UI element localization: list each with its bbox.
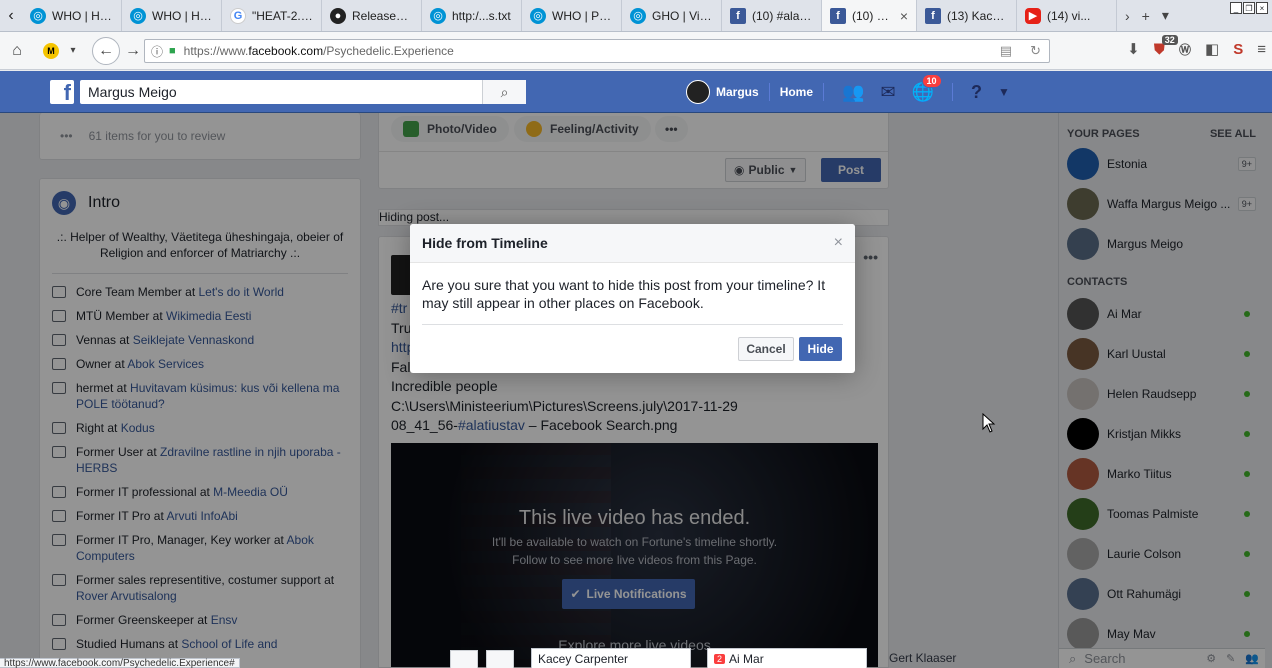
tab-list-icon[interactable]: ▾ (1162, 7, 1169, 24)
url-text: https://www.facebook.com/Psychedelic.Exp… (183, 44, 454, 58)
tab-label: (10) M... (852, 8, 894, 23)
facebook-search-input[interactable]: Margus Meigo ⌕ (80, 80, 526, 104)
forward-icon[interactable]: → (120, 38, 146, 64)
tab-scroll-right-icon[interactable]: › (1125, 8, 1130, 24)
facebook-favicon-icon: f (925, 7, 941, 24)
tab-label: (14) vi... (1047, 8, 1091, 23)
unread-badge: 2 (714, 653, 726, 664)
browser-nav-bar: ⌂ M ▾ ← → ⓘ ■ https://www.facebook.com/P… (0, 32, 1272, 70)
youtube-favicon-icon: ▶ (1025, 7, 1041, 24)
browser-tab[interactable]: f (10) M... × (822, 0, 917, 31)
browser-tab-bar: ‹ ◎ WHO | He... ◎ WHO | He... G "HEAT-2.0... ●… (0, 0, 1272, 32)
mouse-cursor-icon (982, 413, 996, 433)
who-favicon-icon: ◎ (130, 7, 146, 24)
who-favicon-icon: ◎ (630, 7, 646, 24)
download-icon[interactable]: ⬇ (1127, 40, 1140, 58)
browser-tab[interactable]: ◎ GHO | Visu... (622, 0, 722, 31)
tab-label: Releases ·... (352, 8, 413, 23)
home-link[interactable]: Home (780, 85, 813, 99)
browser-tab[interactable]: G "HEAT-2.0... (222, 0, 322, 31)
facebook-favicon-icon: f (830, 7, 846, 24)
tab-label: (13) Kace... (947, 8, 1008, 23)
dropdown-icon[interactable]: ▾ (60, 38, 86, 64)
restore-icon[interactable]: ❐ (1243, 2, 1255, 14)
wikipedia-icon[interactable]: Ⓦ (1179, 41, 1191, 58)
reload-icon[interactable]: ↻ (1030, 43, 1041, 59)
help-icon[interactable]: ? (971, 82, 982, 103)
tab-label: http:/...s.txt (452, 8, 511, 23)
tab-label: "HEAT-2.0... (252, 8, 313, 23)
notifications-icon[interactable]: 🌐 10 (912, 73, 942, 103)
browser-tab[interactable]: f (10) #alati... (722, 0, 822, 31)
browser-tab[interactable]: ◎ WHO | He... (22, 0, 122, 31)
google-favicon-icon: G (230, 7, 246, 24)
divider (422, 324, 843, 325)
github-favicon-icon: ● (330, 7, 346, 24)
facebook-favicon-icon: f (730, 7, 746, 24)
facebook-header: f Margus Meigo ⌕ Margus Home 👥 ✉ 🌐 10 ? ▼ (0, 71, 1272, 113)
who-favicon-icon: ◎ (530, 7, 546, 24)
window-close-icon[interactable]: × (1256, 2, 1268, 14)
facebook-logo-icon[interactable]: f (50, 80, 74, 104)
shield-addon-icon[interactable]: ⛊ 32 (1154, 34, 1178, 58)
divider (951, 83, 953, 101)
window-controls: _ ❐ × (1230, 2, 1268, 14)
modal-backdrop[interactable] (0, 113, 1272, 668)
hide-button[interactable]: Hide (799, 337, 842, 361)
s-extension-icon[interactable]: S (1233, 41, 1243, 58)
browser-tab[interactable]: ◎ http:/...s.txt (422, 0, 522, 31)
browser-tab[interactable]: ◎ WHO | Pu... (522, 0, 622, 31)
browser-tab[interactable]: ● Releases ·... (322, 0, 422, 31)
tab-scroll-left-icon[interactable]: ‹ (0, 0, 22, 31)
avatar[interactable] (686, 80, 710, 104)
tab-label: WHO | Pu... (552, 8, 613, 23)
notification-badge: 10 (921, 73, 942, 88)
close-icon[interactable]: × (834, 234, 843, 252)
divider (823, 83, 825, 101)
chat-tab-label: Gert Klaaser (889, 651, 957, 665)
menu-icon[interactable]: ≡ (1257, 41, 1266, 58)
tab-tools: › + ▾ (1117, 0, 1177, 31)
browser-tab[interactable]: f (13) Kace... (917, 0, 1017, 31)
account-menu-icon[interactable]: ▼ (998, 85, 1010, 99)
lock-icon: ■ (169, 45, 176, 57)
search-value: Margus Meigo (88, 84, 177, 100)
search-icon[interactable]: ⌕ (482, 80, 526, 104)
chat-tab-label: Ai Mar (729, 651, 764, 666)
dialog-message: Are you sure that you want to hide this … (422, 277, 826, 311)
new-tab-icon[interactable]: + (1142, 8, 1150, 24)
tab-label: (10) #alati... (752, 8, 813, 23)
chat-tab-gert[interactable]: Gert Klaaser (883, 648, 1043, 668)
cancel-button[interactable]: Cancel (738, 337, 794, 361)
friend-requests-icon[interactable]: 👥 (842, 82, 864, 103)
who-favicon-icon: ◎ (430, 7, 446, 24)
url-bar[interactable]: ⓘ ■ https://www.facebook.com/Psychedelic… (144, 39, 1050, 63)
dialog-title: Hide from Timeline (410, 224, 855, 263)
browser-tab[interactable]: ◎ WHO | He... (122, 0, 222, 31)
chat-tab-kacey[interactable]: Kacey Carpenter (531, 648, 691, 668)
back-icon[interactable]: ← (92, 36, 120, 65)
hide-from-timeline-dialog: Hide from Timeline × Are you sure that y… (410, 224, 855, 373)
status-bar: https://www.facebook.com/Psychedelic.Exp… (0, 658, 240, 668)
info-icon[interactable]: ⓘ (151, 43, 163, 60)
chat-pages-icon[interactable] (486, 650, 514, 668)
tab-label: WHO | He... (52, 8, 113, 23)
facebook-nav: Margus Home 👥 ✉ 🌐 10 ? ▼ (686, 71, 1018, 113)
divider (768, 83, 770, 101)
reader-view-icon[interactable]: ▤ (1000, 43, 1012, 59)
chat-tab-ai-mar[interactable]: 2 Ai Mar (707, 648, 867, 668)
messenger-icon[interactable]: ✉ (880, 82, 895, 103)
tab-label: WHO | He... (152, 8, 213, 23)
chat-globe-icon[interactable] (450, 650, 478, 668)
tab-label: GHO | Visu... (652, 8, 713, 23)
who-favicon-icon: ◎ (30, 7, 46, 24)
chat-tab-label: Kacey Carpenter (538, 651, 629, 666)
browser-toolbar: ⬇ ⛊ 32 Ⓦ ◧ S ≡ (1127, 34, 1266, 58)
sidebar-icon[interactable]: ◧ (1205, 40, 1219, 58)
browser-tab[interactable]: ▶ (14) vi... (1017, 0, 1117, 31)
profile-link[interactable]: Margus (716, 85, 759, 99)
minimize-icon[interactable]: _ (1230, 2, 1242, 14)
home-icon[interactable]: ⌂ (4, 38, 30, 64)
tab-close-icon[interactable]: × (900, 8, 908, 24)
